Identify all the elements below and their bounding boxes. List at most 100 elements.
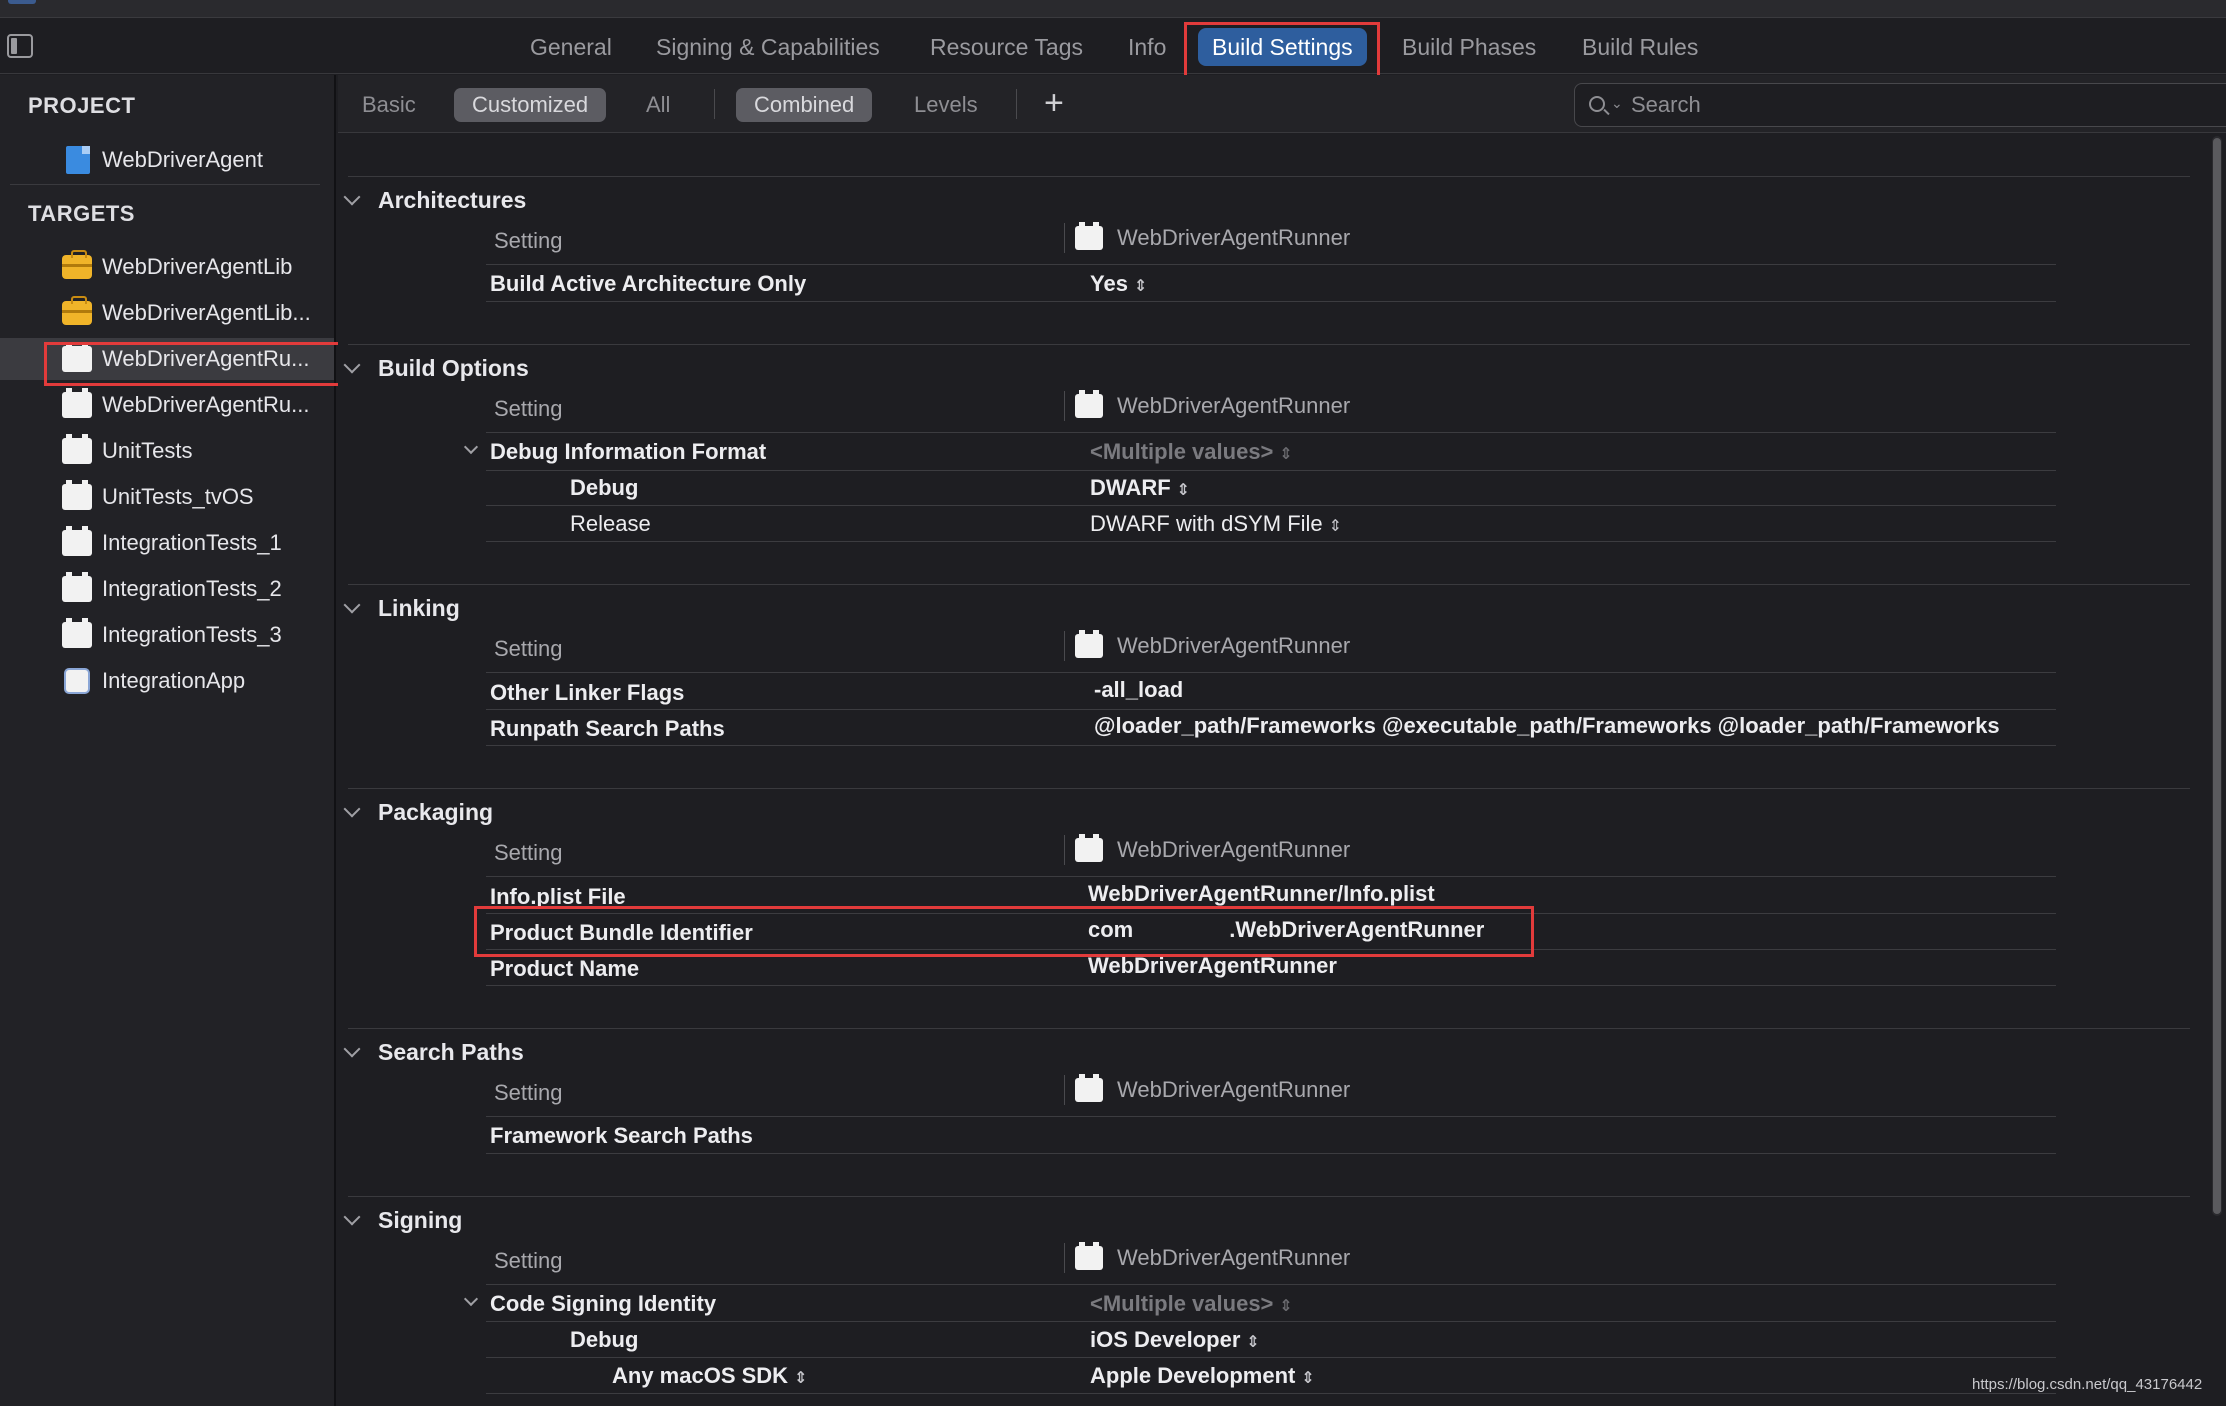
chevron-down-icon[interactable] [343,596,361,614]
column-header-setting: Setting [494,396,563,421]
vertical-scrollbar[interactable] [2212,136,2222,1216]
setting-value[interactable]: <Multiple values> ⇕ [1090,1291,1293,1317]
section-architectures[interactable]: Architectures [342,184,526,216]
row-divider [486,541,2056,542]
sidebar-item-target[interactable]: IntegrationTests_3 [0,614,334,656]
sidebar-item-target[interactable]: WebDriverAgentLib... [0,292,334,334]
row-divider [486,1153,2056,1154]
tab-general[interactable]: General [516,28,626,66]
section-title: Architectures [378,186,527,213]
sidebar-item-target[interactable]: IntegrationApp [0,660,334,702]
section-divider [348,584,2190,585]
scrollbar-thumb[interactable] [2213,138,2221,1214]
setting-value[interactable]: DWARF with dSYM File ⇕ [1090,511,1342,537]
column-header-target: WebDriverAgentRunner [1064,390,1350,421]
section-linking[interactable]: Linking [342,592,460,624]
tab-signing-capabilities[interactable]: Signing & Capabilities [642,28,894,66]
filter-combined-button[interactable]: Combined [736,88,873,122]
row-divider [486,1284,2056,1285]
chevron-down-icon[interactable] [343,356,361,374]
setting-name[interactable]: Debug Information Format [490,439,766,465]
tab-build-settings[interactable]: Build Settings [1198,28,1367,66]
setting-value[interactable]: WebDriverAgentRunner/Info.plist [1088,881,1435,907]
project-navigator: PROJECT WebDriverAgent TARGETS WebDriver… [0,75,336,1406]
row-divider [486,264,2056,265]
column-header-target: WebDriverAgentRunner [1064,222,1351,253]
sidebar-item-target[interactable]: UnitTests [0,430,334,472]
setting-name[interactable]: Product Bundle Identifier [490,920,753,946]
stepper-icon[interactable]: ⇕ [1134,278,1147,295]
setting-value[interactable]: WebDriverAgentRunner [1088,953,1337,979]
sidebar-item-target[interactable]: UnitTests_tvOS [0,476,334,518]
target-name: WebDriverAgentRunner [1117,225,1351,250]
chevron-down-icon[interactable] [343,1040,361,1058]
setting-name[interactable]: Product Name [490,956,639,982]
setting-value[interactable]: DWARF ⇕ [1090,475,1190,501]
setting-name[interactable]: Release [570,511,651,537]
stepper-icon[interactable]: ⇕ [1279,1298,1292,1315]
row-divider [486,1357,2056,1358]
section-build-options[interactable]: Build Options [342,352,529,384]
setting-name[interactable]: Runpath Search Paths [490,716,725,742]
chevron-down-icon[interactable] [343,1208,361,1226]
tab-info[interactable]: Info [1114,28,1180,66]
sidebar-item-project[interactable]: WebDriverAgent [0,139,334,181]
setting-name[interactable]: Info.plist File [490,884,626,910]
filter-levels-button[interactable]: Levels [896,88,996,122]
sidebar-item-target[interactable]: IntegrationTests_1 [0,522,334,564]
tab-resource-tags[interactable]: Resource Tags [916,28,1097,66]
framework-icon [62,296,92,325]
filter-separator [1016,89,1017,119]
stepper-icon[interactable]: ⇕ [1301,1370,1314,1387]
filter-separator [714,89,715,119]
setting-value[interactable]: iOS Developer ⇕ [1090,1327,1260,1353]
setting-name[interactable]: Debug [570,1327,638,1353]
setting-value[interactable]: com .WebDriverAgentRunner [1088,917,1484,943]
setting-name[interactable]: Other Linker Flags [490,680,684,706]
setting-value[interactable]: Apple Development ⇕ [1090,1363,1315,1389]
target-icon [1075,390,1103,418]
search-input[interactable] [1629,84,2209,126]
row-divider [486,745,2056,746]
sidebar-item-target[interactable]: WebDriverAgentRu... [0,384,334,426]
target-icon [1075,834,1103,862]
stepper-icon[interactable]: ⇕ [794,1370,807,1387]
setting-name[interactable]: Build Active Architecture Only [490,271,806,297]
section-search-paths[interactable]: Search Paths [342,1036,524,1068]
chevron-down-icon[interactable] [343,800,361,818]
column-header-target: WebDriverAgentRunner [1064,834,1350,865]
setting-value[interactable]: <Multiple values> ⇕ [1090,439,1293,465]
setting-name[interactable]: Framework Search Paths [490,1123,753,1149]
chevron-down-icon[interactable] [343,188,361,206]
filter-customized-button[interactable]: Customized [454,88,607,122]
setting-value[interactable]: -all_load [1094,677,1183,703]
setting-value[interactable]: @loader_path/Frameworks @executable_path… [1094,713,2000,739]
tab-build-rules[interactable]: Build Rules [1568,28,1712,66]
row-divider [486,1393,2056,1394]
add-setting-button[interactable]: + [1044,81,1064,125]
stepper-icon[interactable]: ⇕ [1279,446,1292,463]
sidebar-item-target-selected[interactable]: WebDriverAgentRu... [0,338,334,380]
stepper-icon[interactable]: ⇕ [1246,1334,1259,1351]
filter-basic-button[interactable]: Basic [344,88,434,122]
section-signing[interactable]: Signing [342,1204,462,1236]
row-divider [486,672,2056,673]
setting-value[interactable]: Yes ⇕ [1090,271,1147,297]
stepper-icon[interactable]: ⇕ [1329,518,1342,535]
setting-name[interactable]: Any macOS SDK ⇕ [612,1363,807,1389]
value-text: <Multiple values> [1090,439,1274,464]
setting-name[interactable]: Code Signing Identity [490,1291,716,1317]
sidebar-item-target[interactable]: IntegrationTests_2 [0,568,334,610]
name-text: Any macOS SDK [612,1363,789,1388]
section-divider [348,1028,2190,1029]
chevron-down-icon: ⌄ [1611,95,1623,111]
stepper-icon[interactable]: ⇕ [1177,482,1190,499]
row-divider [486,470,2056,471]
tab-build-phases[interactable]: Build Phases [1388,28,1550,66]
section-packaging[interactable]: Packaging [342,796,493,828]
setting-name[interactable]: Debug [570,475,638,501]
sidebar-item-target[interactable]: WebDriverAgentLib [0,246,334,288]
filter-all-button[interactable]: All [628,88,688,122]
target-icon [62,618,92,648]
search-field[interactable]: ⌄ [1574,83,2226,127]
